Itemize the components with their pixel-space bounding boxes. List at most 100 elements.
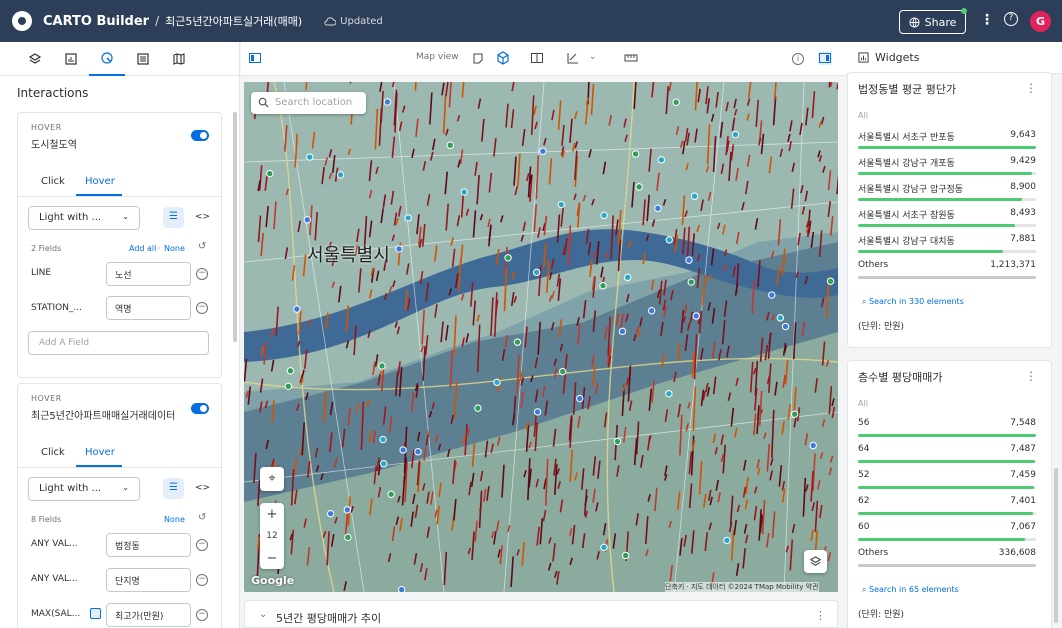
more-menu-icon[interactable]: ⋮: [980, 12, 994, 28]
field-label-input[interactable]: 노선: [106, 262, 191, 286]
tab-hover[interactable]: Hover: [85, 176, 115, 187]
station-marker[interactable]: [474, 404, 482, 412]
zoom-out-button[interactable]: −: [260, 547, 284, 569]
station-marker[interactable]: [665, 236, 673, 244]
field-label-input[interactable]: 역명: [106, 296, 191, 320]
station-marker[interactable]: [826, 277, 835, 285]
station-marker[interactable]: [631, 150, 640, 158]
remove-field-icon[interactable]: −: [196, 574, 208, 586]
station-marker[interactable]: [532, 268, 541, 277]
3d-view-icon[interactable]: [496, 51, 510, 65]
station-marker[interactable]: [533, 408, 542, 416]
zoom-in-button[interactable]: +: [260, 503, 284, 525]
field-label-input[interactable]: 법정동: [106, 533, 191, 557]
category-row[interactable]: 서울특별시 강남구 압구정동 8,900: [858, 179, 1036, 205]
station-marker[interactable]: [378, 362, 386, 370]
category-row[interactable]: 서울특별시 서초구 반포동 9,643: [858, 127, 1036, 153]
category-row[interactable]: 서울특별시 강남구 대치동 7,881: [858, 231, 1036, 257]
tab-layers[interactable]: [17, 42, 53, 76]
map-layer[interactable]: [244, 82, 838, 592]
category-row[interactable]: 64 7,487: [858, 441, 1036, 467]
station-marker[interactable]: [414, 448, 422, 456]
station-marker[interactable]: [397, 585, 406, 592]
template-select[interactable]: Light with ... ⌄: [28, 206, 140, 230]
interaction-toggle[interactable]: [191, 130, 209, 141]
right-scrollbar[interactable]: [1054, 468, 1058, 623]
station-marker[interactable]: [399, 446, 407, 454]
locate-button[interactable]: ⌖: [260, 467, 284, 491]
search-location-input[interactable]: Search location: [251, 92, 366, 114]
info-icon[interactable]: i: [792, 53, 804, 65]
category-row[interactable]: 서울특별시 서초구 잠원동 8,493: [858, 205, 1036, 231]
left-scrollbar[interactable]: [233, 112, 237, 342]
station-marker[interactable]: [731, 130, 740, 139]
station-marker[interactable]: [306, 153, 314, 161]
interaction-toggle[interactable]: [191, 403, 209, 414]
category-row-others[interactable]: Others 336,608: [858, 545, 1036, 571]
station-marker[interactable]: [404, 214, 412, 222]
draw-tool-icon[interactable]: [566, 51, 580, 65]
list-view-icon[interactable]: ☰: [163, 207, 184, 228]
remove-field-icon[interactable]: −: [196, 609, 208, 621]
tab-click[interactable]: Click: [41, 447, 65, 458]
station-marker[interactable]: [326, 509, 335, 518]
chevron-down-icon[interactable]: ⌄: [589, 52, 597, 62]
station-marker[interactable]: [293, 305, 301, 313]
station-marker[interactable]: [387, 490, 395, 498]
station-marker[interactable]: [657, 156, 666, 164]
toggle-left-panel-icon[interactable]: [248, 51, 262, 65]
category-row[interactable]: 60 7,067: [858, 519, 1036, 545]
tab-basemap[interactable]: [161, 42, 197, 76]
station-marker[interactable]: [557, 200, 565, 209]
tab-interactions[interactable]: [89, 42, 125, 76]
station-marker[interactable]: [624, 273, 632, 282]
none-link[interactable]: None: [164, 515, 185, 524]
station-marker[interactable]: [635, 183, 643, 191]
tab-click[interactable]: Click: [41, 176, 65, 187]
station-marker[interactable]: [539, 147, 547, 155]
station-marker[interactable]: [493, 378, 501, 387]
toggle-right-panel-icon[interactable]: [818, 51, 832, 65]
help-icon[interactable]: ?: [1004, 12, 1018, 26]
category-row-others[interactable]: Others 1,213,371: [858, 257, 1036, 283]
remove-field-icon[interactable]: −: [196, 302, 208, 314]
field-label-input[interactable]: 단지명: [106, 568, 191, 592]
code-view-icon[interactable]: <>: [195, 212, 210, 222]
station-marker[interactable]: [672, 98, 680, 106]
station-marker[interactable]: [344, 533, 352, 542]
station-marker[interactable]: [809, 441, 817, 450]
template-select[interactable]: Light with ... ⌄: [28, 477, 140, 501]
station-marker[interactable]: [343, 506, 352, 514]
station-marker[interactable]: [460, 188, 468, 196]
station-marker[interactable]: [383, 98, 392, 106]
station-marker[interactable]: [618, 327, 627, 336]
tab-widgets[interactable]: [53, 42, 89, 76]
list-view-icon[interactable]: ☰: [163, 478, 184, 499]
field-label-input[interactable]: 최고가(만원): [106, 603, 191, 627]
search-elements-link[interactable]: ⌕ Search in 65 elements: [862, 585, 959, 595]
station-marker[interactable]: [379, 435, 387, 444]
station-marker[interactable]: [336, 171, 345, 179]
station-marker[interactable]: [621, 551, 630, 560]
map-canvas[interactable]: [244, 82, 838, 592]
category-row[interactable]: 서울특별시 강남구 개포동 9,429: [858, 153, 1036, 179]
station-marker[interactable]: [776, 314, 785, 322]
station-marker[interactable]: [504, 254, 512, 262]
station-marker[interactable]: [685, 256, 693, 264]
station-marker[interactable]: [791, 410, 799, 418]
station-marker[interactable]: [692, 312, 700, 320]
category-row[interactable]: 56 7,548: [858, 415, 1036, 441]
tab-legend[interactable]: [125, 42, 161, 76]
category-row[interactable]: 62 7,401: [858, 493, 1036, 519]
avatar[interactable]: G: [1030, 11, 1051, 32]
station-marker[interactable]: [286, 367, 295, 375]
2d-view-icon[interactable]: [471, 51, 485, 65]
add-field-input[interactable]: Add A Field: [28, 331, 209, 355]
more-menu-icon[interactable]: ⋮: [815, 609, 826, 622]
category-row[interactable]: 52 7,459: [858, 467, 1036, 493]
map-attribution[interactable]: 단축키 · 지도 데이터 ©2024 TMap Mobility 약관: [665, 582, 819, 592]
carto-logo-icon[interactable]: [12, 11, 32, 31]
more-menu-icon[interactable]: ⋮: [1025, 369, 1037, 383]
station-marker[interactable]: [690, 192, 699, 200]
station-marker[interactable]: [559, 367, 567, 376]
